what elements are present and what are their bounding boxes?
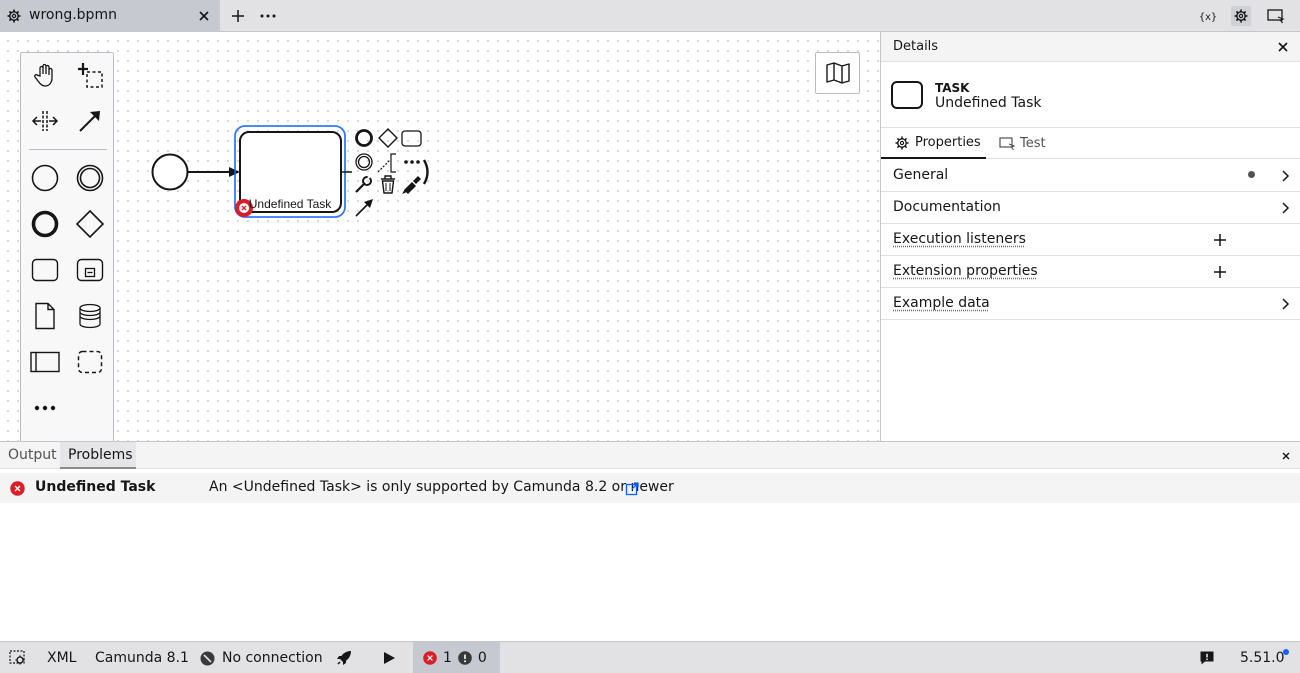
tab-label: Test (1020, 136, 1046, 151)
settings-status-button[interactable] (8, 642, 28, 673)
group-extension-properties[interactable]: Extension properties (881, 256, 1300, 288)
start-event[interactable] (151, 153, 189, 191)
connection-label: No connection (222, 650, 323, 666)
group-label: Documentation (893, 199, 1001, 215)
problems-panel: Output Problems Undefined Task An <Undef… (0, 441, 1300, 641)
chevron-right-icon (1277, 200, 1293, 216)
version-label[interactable]: 5.51.0 (1240, 642, 1285, 673)
chevron-right-icon (1277, 296, 1293, 312)
group-label: Extension properties (893, 263, 1038, 279)
problem-element: Undefined Task (35, 479, 156, 495)
xml-toggle-button[interactable]: XML (47, 642, 76, 673)
append-gateway-icon[interactable] (378, 128, 398, 148)
group-example-data[interactable]: Example data (881, 288, 1300, 320)
tab-properties[interactable]: Properties (881, 128, 986, 159)
test-icon (999, 136, 1015, 150)
more-options-icon[interactable] (404, 160, 420, 164)
color-picker-icon[interactable] (402, 176, 421, 194)
bottom-tabs: Output Problems (0, 442, 1300, 469)
group-execution-listeners[interactable]: Execution listeners (881, 224, 1300, 256)
append-end-event-icon[interactable] (355, 129, 373, 147)
tab-problems[interactable]: Problems (60, 442, 136, 469)
element-summary: TASK Undefined Task (881, 62, 1300, 128)
tab-label: wrong.bpmn (29, 7, 117, 23)
error-icon (423, 651, 437, 665)
group-label: General (893, 167, 949, 183)
close-icon[interactable] (1280, 450, 1292, 462)
external-link-icon[interactable] (625, 482, 639, 496)
close-icon[interactable] (1275, 39, 1291, 55)
new-tab-button[interactable] (228, 6, 248, 26)
element-name: Undefined Task (935, 95, 1042, 111)
feedback-icon (1200, 651, 1214, 665)
task-label: Undefined Task (248, 197, 332, 211)
problems-toggle-button[interactable]: 1 0 (413, 642, 500, 673)
process-settings-icon (9, 650, 25, 665)
disconnected-icon (200, 651, 215, 665)
tab-bar: wrong.bpmn {x} (0, 0, 1300, 32)
settings-button[interactable] (1231, 6, 1251, 26)
panel-title: Details (893, 39, 939, 54)
append-task-icon[interactable] (401, 130, 422, 147)
append-intermediate-event-icon[interactable] (355, 153, 373, 171)
add-icon[interactable] (1212, 232, 1228, 248)
error-count: 1 (443, 650, 452, 666)
delete-trash-icon[interactable] (381, 175, 395, 194)
element-type: TASK (935, 81, 970, 95)
group-general[interactable]: General (881, 160, 1300, 192)
bpmn-diagram (151, 125, 429, 218)
group-label: Example data (893, 295, 990, 311)
bpmn-canvas[interactable]: Undefined Task (0, 32, 880, 461)
more-tabs-button[interactable] (258, 6, 278, 26)
group-documentation[interactable]: Documentation (881, 192, 1300, 224)
data-indicator (1248, 171, 1255, 178)
chevron-right-icon (1277, 168, 1293, 184)
problem-row[interactable]: Undefined Task An <Undefined Task> is on… (0, 473, 1300, 503)
error-icon (10, 481, 25, 496)
warning-count: 0 (477, 650, 487, 666)
deploy-button[interactable] (334, 642, 354, 673)
update-indicator (1283, 649, 1289, 655)
variables-button[interactable]: {x} (1198, 6, 1218, 26)
properties-panel: Details TASK Undefined Task Properties T… (880, 32, 1300, 441)
append-text-annotation-icon[interactable] (377, 153, 396, 173)
tab-label: Properties (915, 135, 981, 150)
svg-text:{x}: {x} (1199, 12, 1217, 23)
task-icon (891, 81, 923, 109)
problem-message: An <Undefined Task> is only supported by… (209, 479, 674, 495)
change-type-wrench-icon[interactable] (355, 174, 372, 193)
panel-header: Details (881, 32, 1300, 62)
feedback-button[interactable] (1199, 642, 1215, 673)
sequence-flow[interactable] (188, 167, 240, 177)
engine-version-button[interactable]: Camunda 8.1 (95, 642, 189, 673)
test-panel-button[interactable] (1266, 6, 1286, 26)
group-label: Execution listeners (893, 231, 1026, 247)
connect-arrow-icon[interactable] (355, 199, 373, 217)
run-button[interactable] (382, 642, 396, 673)
status-bar: XML Camunda 8.1 No connection 1 0 5.51.0 (0, 641, 1300, 673)
tab-test[interactable]: Test (999, 128, 1046, 159)
gear-icon (1234, 9, 1248, 23)
gear-icon (6, 8, 22, 24)
connection-status-button[interactable]: No connection (200, 642, 323, 673)
warning-icon (458, 651, 472, 665)
tab-output[interactable]: Output (0, 442, 60, 469)
rocket-icon (337, 651, 351, 665)
context-pad (355, 128, 429, 217)
gear-icon (895, 136, 909, 149)
close-icon[interactable] (196, 8, 212, 24)
play-icon (384, 652, 395, 664)
tab-wrong-bpmn[interactable]: wrong.bpmn (0, 0, 220, 32)
add-icon[interactable] (1212, 264, 1228, 280)
panel-tabs: Properties Test (881, 128, 1300, 159)
